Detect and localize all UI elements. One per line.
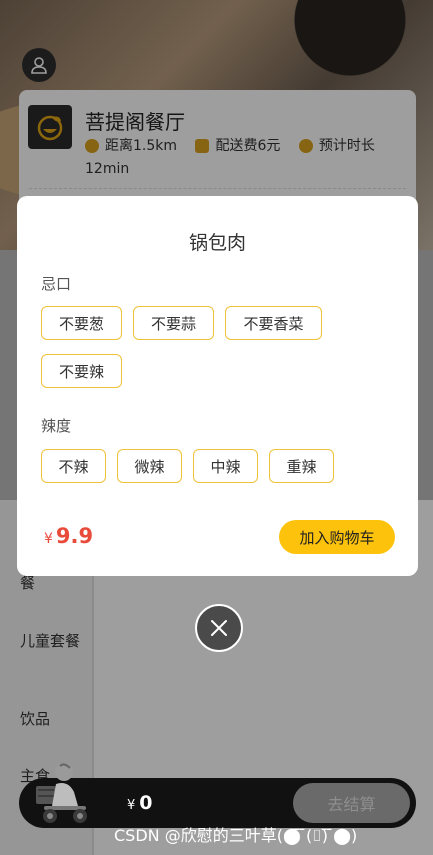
price-currency: ¥ [44,531,53,547]
close-modal-button[interactable] [195,604,243,652]
price-value: 9.9 [55,524,94,548]
option-chip[interactable]: 不要葱 [41,306,122,340]
dish-price: ¥9.9 [44,524,93,548]
option-chip[interactable]: 重辣 [269,449,334,483]
delivery-rider-icon[interactable] [32,758,96,828]
dish-options-modal: 锅包肉 忌口 不要葱 不要蒜 不要香菜 不要辣 辣度 不辣 微辣 中辣 重辣 ¥… [17,196,418,576]
cart-total: ¥0 [127,792,153,814]
option-chip[interactable]: 中辣 [193,449,258,483]
option-chip[interactable]: 不要香菜 [225,306,322,340]
dish-title: 锅包肉 [188,232,246,254]
option-chip[interactable]: 微辣 [117,449,182,483]
close-icon [211,620,227,636]
watermark: CSDN @欣慰的三叶草(⬤̄ ̄(⌷)̄ ̄⬤) [114,826,358,845]
cart-total-value: 0 [139,792,153,814]
cart-currency: ¥ [127,798,136,813]
option-chip[interactable]: 不要蒜 [133,306,214,340]
add-to-cart-button[interactable]: 加入购物车 [279,520,395,554]
option-chip[interactable]: 不辣 [41,449,106,483]
checkout-button[interactable]: 去结算 [293,783,410,823]
option-group-label: 辣度 [41,417,72,435]
option-group-label: 忌口 [41,275,72,293]
option-chip[interactable]: 不要辣 [41,354,122,388]
